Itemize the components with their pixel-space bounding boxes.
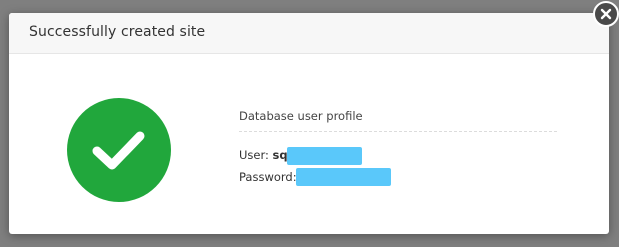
user-label: User: [239, 148, 269, 162]
password-redaction [296, 168, 391, 186]
success-dialog: Successfully created site Database user … [9, 13, 609, 234]
dialog-header: Successfully created site [9, 13, 609, 54]
section-heading: Database user profile [239, 109, 363, 123]
close-icon [600, 8, 612, 20]
password-label: Password: [239, 170, 297, 184]
password-row: Password: [239, 168, 559, 192]
database-user-profile: Database user profile User: sql Password… [239, 109, 559, 192]
success-checkmark-icon [67, 98, 171, 202]
user-redaction [287, 147, 362, 165]
close-button[interactable] [593, 1, 619, 27]
dashed-divider [239, 131, 557, 132]
dialog-title: Successfully created site [29, 24, 206, 40]
user-row: User: sql [239, 147, 559, 170]
